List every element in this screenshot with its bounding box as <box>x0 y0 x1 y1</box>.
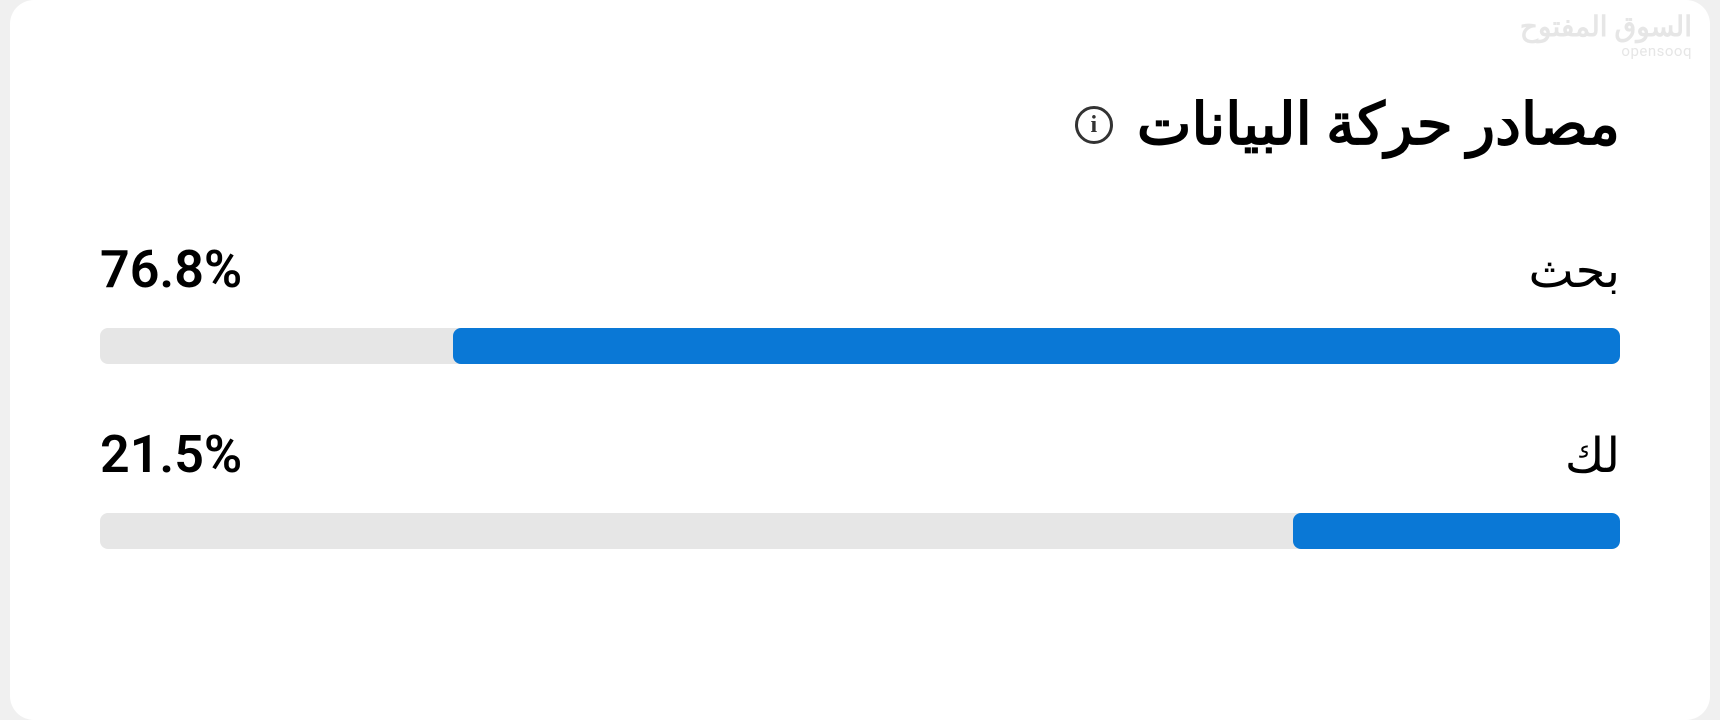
progress-fill <box>453 328 1620 364</box>
row-top: 21.5% لك <box>100 424 1620 485</box>
watermark-en: opensooq <box>1520 43 1692 60</box>
row-label: بحث <box>1529 242 1620 299</box>
percent-value: 76.8% <box>100 239 242 300</box>
progress-track <box>100 513 1620 549</box>
header-row: مصادر حركة البيانات i <box>100 90 1620 159</box>
traffic-row-search: 76.8% بحث <box>100 239 1620 364</box>
section-title: مصادر حركة البيانات <box>1137 90 1620 159</box>
info-icon[interactable]: i <box>1075 106 1113 144</box>
traffic-row-foryou: 21.5% لك <box>100 424 1620 549</box>
info-icon-glyph: i <box>1091 113 1098 137</box>
progress-track <box>100 328 1620 364</box>
progress-fill <box>1293 513 1620 549</box>
row-top: 76.8% بحث <box>100 239 1620 300</box>
traffic-sources-card: السوق المفتوح opensooq مصادر حركة البيان… <box>10 0 1710 720</box>
row-label: لك <box>1565 427 1620 484</box>
percent-value: 21.5% <box>100 424 242 485</box>
watermark-ar: السوق المفتوح <box>1520 12 1692 43</box>
watermark: السوق المفتوح opensooq <box>1520 12 1692 59</box>
